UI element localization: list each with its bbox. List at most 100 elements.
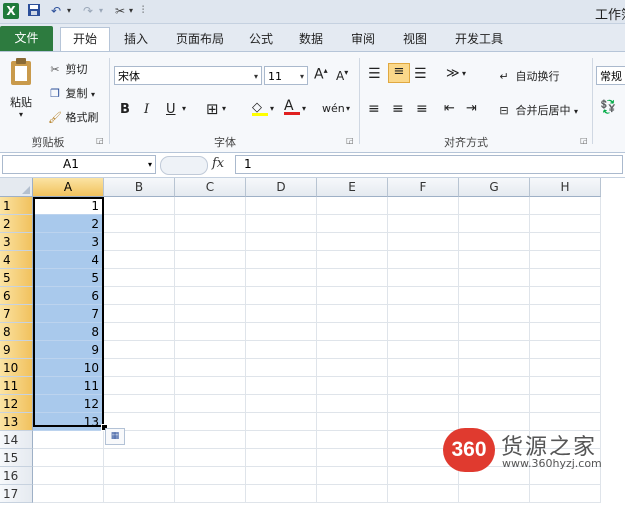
grid-cell[interactable]: [104, 197, 175, 215]
row-header[interactable]: 15: [0, 449, 33, 467]
grid-cell[interactable]: [388, 251, 459, 269]
grid-cell[interactable]: [104, 467, 175, 485]
grid-cell[interactable]: [104, 341, 175, 359]
grid-cell[interactable]: [317, 269, 388, 287]
grid-cell[interactable]: [459, 287, 530, 305]
italic-button[interactable]: I: [144, 102, 149, 117]
grid-cell[interactable]: 2: [33, 215, 104, 233]
grid-cell[interactable]: [175, 323, 246, 341]
tab-file[interactable]: 文件: [0, 26, 53, 51]
borders-icon[interactable]: ⊞: [206, 100, 219, 118]
underline-button[interactable]: U: [166, 102, 176, 117]
grid-cell[interactable]: [530, 215, 601, 233]
customize-toolbar-icon[interactable]: ⫶: [140, 3, 146, 19]
grid-cell[interactable]: [459, 269, 530, 287]
number-format-combo[interactable]: 常规: [596, 66, 625, 85]
grid-cell[interactable]: [388, 197, 459, 215]
fill-color-button[interactable]: ◇: [252, 100, 268, 116]
grid-cell[interactable]: [246, 449, 317, 467]
cut-button[interactable]: ✂ 剪切: [48, 61, 87, 77]
grid-cell[interactable]: 5: [33, 269, 104, 287]
grid-cell[interactable]: [175, 215, 246, 233]
align-right-icon[interactable]: ≡: [416, 101, 428, 117]
row-header[interactable]: 10: [0, 359, 33, 377]
grow-font-button[interactable]: A▴: [314, 66, 328, 83]
grid-cell[interactable]: [104, 269, 175, 287]
grid-cell[interactable]: [317, 341, 388, 359]
grid-cell[interactable]: [530, 269, 601, 287]
save-icon[interactable]: [26, 3, 42, 19]
align-left-icon[interactable]: ≡: [368, 101, 380, 117]
grid-cell[interactable]: [459, 197, 530, 215]
font-size-combo[interactable]: 11 ▾: [264, 66, 308, 85]
undo-dropdown-icon[interactable]: ▾: [64, 3, 74, 19]
grid-cell[interactable]: [388, 359, 459, 377]
align-top-icon[interactable]: ☰: [368, 66, 381, 82]
grid-cell[interactable]: [175, 377, 246, 395]
grid-cell[interactable]: 7: [33, 305, 104, 323]
row-header[interactable]: 7: [0, 305, 33, 323]
fill-dropdown-icon[interactable]: ▾: [270, 104, 274, 113]
grid-cell[interactable]: [459, 215, 530, 233]
grid-cell[interactable]: [388, 377, 459, 395]
grid-cell[interactable]: [317, 305, 388, 323]
grid-cell[interactable]: [246, 485, 317, 503]
grid-cell[interactable]: [246, 413, 317, 431]
align-bottom-icon[interactable]: ☰: [414, 66, 427, 82]
row-header[interactable]: 8: [0, 323, 33, 341]
row-header[interactable]: 11: [0, 377, 33, 395]
column-header-h[interactable]: H: [530, 178, 601, 197]
grid-cell[interactable]: [104, 485, 175, 503]
grid-cell[interactable]: [175, 359, 246, 377]
select-all-button[interactable]: [0, 178, 33, 197]
grid-cell[interactable]: [175, 413, 246, 431]
merge-dropdown-icon[interactable]: ▾: [574, 107, 578, 116]
grid-cell[interactable]: [388, 485, 459, 503]
grid-cell[interactable]: [104, 233, 175, 251]
grid-cell[interactable]: [459, 359, 530, 377]
tab-review[interactable]: 审阅: [346, 28, 380, 50]
grid-cell[interactable]: [246, 233, 317, 251]
grid-cell[interactable]: [175, 467, 246, 485]
grid-cell[interactable]: [246, 395, 317, 413]
alignment-launcher-icon[interactable]: ◲: [580, 136, 588, 145]
decrease-indent-icon[interactable]: ⇤: [444, 101, 455, 116]
column-header-e[interactable]: E: [317, 178, 388, 197]
grid-cell[interactable]: [530, 485, 601, 503]
tab-insert[interactable]: 插入: [118, 28, 154, 50]
grid-cell[interactable]: [175, 341, 246, 359]
grid-cell[interactable]: [317, 323, 388, 341]
copy-button[interactable]: ❐ 复制 ▾: [48, 85, 95, 101]
grid-cell[interactable]: [175, 431, 246, 449]
orientation-icon[interactable]: ≫: [446, 66, 460, 81]
grid-cell[interactable]: 3: [33, 233, 104, 251]
grid-cell[interactable]: [459, 485, 530, 503]
grid-cell[interactable]: [317, 485, 388, 503]
align-center-icon[interactable]: ≡: [392, 101, 404, 117]
grid-cell[interactable]: [175, 269, 246, 287]
grid-cell[interactable]: 6: [33, 287, 104, 305]
currency-icon[interactable]: 💱: [600, 100, 616, 115]
grid-cell[interactable]: [459, 251, 530, 269]
tab-home[interactable]: 开始: [60, 27, 110, 51]
grid-cell[interactable]: [530, 395, 601, 413]
name-box[interactable]: A1 ▾: [2, 155, 156, 174]
grid-cell[interactable]: [388, 305, 459, 323]
grid-cell[interactable]: [530, 233, 601, 251]
grid-cell[interactable]: [530, 251, 601, 269]
grid-cell[interactable]: [388, 233, 459, 251]
grid-cell[interactable]: [104, 359, 175, 377]
grid-cell[interactable]: [246, 341, 317, 359]
grid-cell[interactable]: [388, 323, 459, 341]
grid-cell[interactable]: [530, 305, 601, 323]
grid-cell[interactable]: [175, 197, 246, 215]
column-header-b[interactable]: B: [104, 178, 175, 197]
formula-input[interactable]: 1: [235, 155, 623, 174]
grid-cell[interactable]: [175, 305, 246, 323]
grid-cell[interactable]: [317, 395, 388, 413]
column-header-c[interactable]: C: [175, 178, 246, 197]
paste-label[interactable]: 粘贴: [10, 94, 32, 110]
grid-cell[interactable]: [175, 395, 246, 413]
grid-cell[interactable]: [104, 323, 175, 341]
grid-cell[interactable]: [175, 485, 246, 503]
